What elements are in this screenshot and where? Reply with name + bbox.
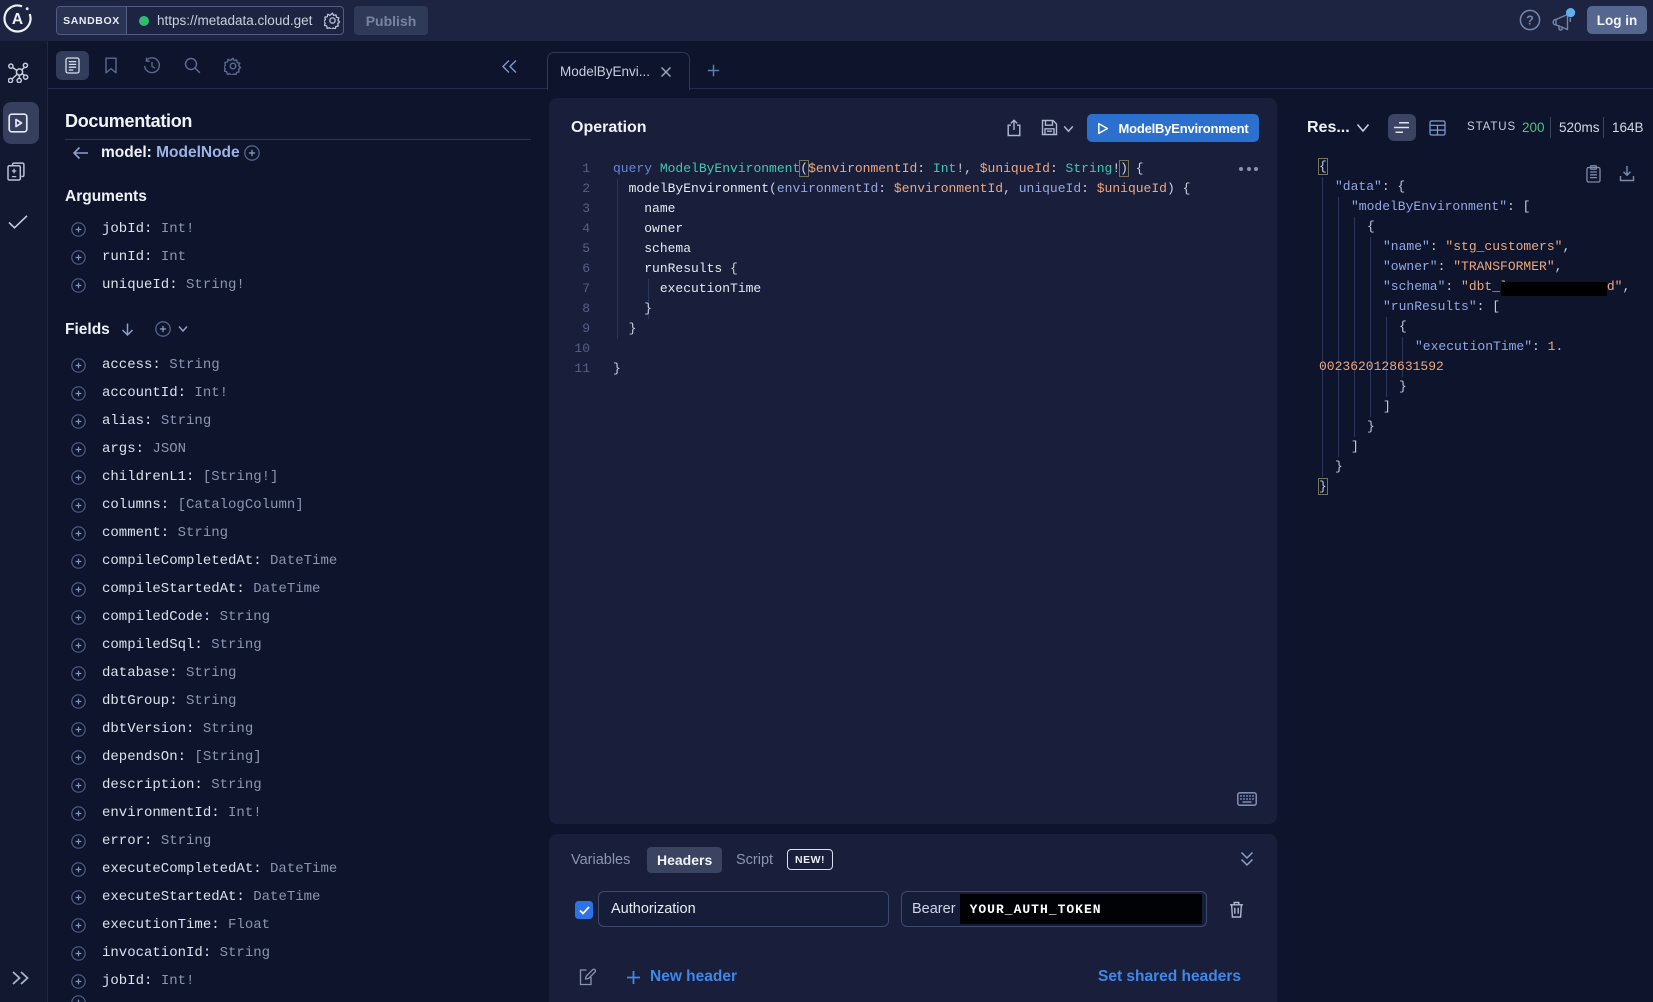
svg-text:A: A bbox=[12, 11, 23, 28]
svg-text:?: ? bbox=[1526, 14, 1534, 28]
